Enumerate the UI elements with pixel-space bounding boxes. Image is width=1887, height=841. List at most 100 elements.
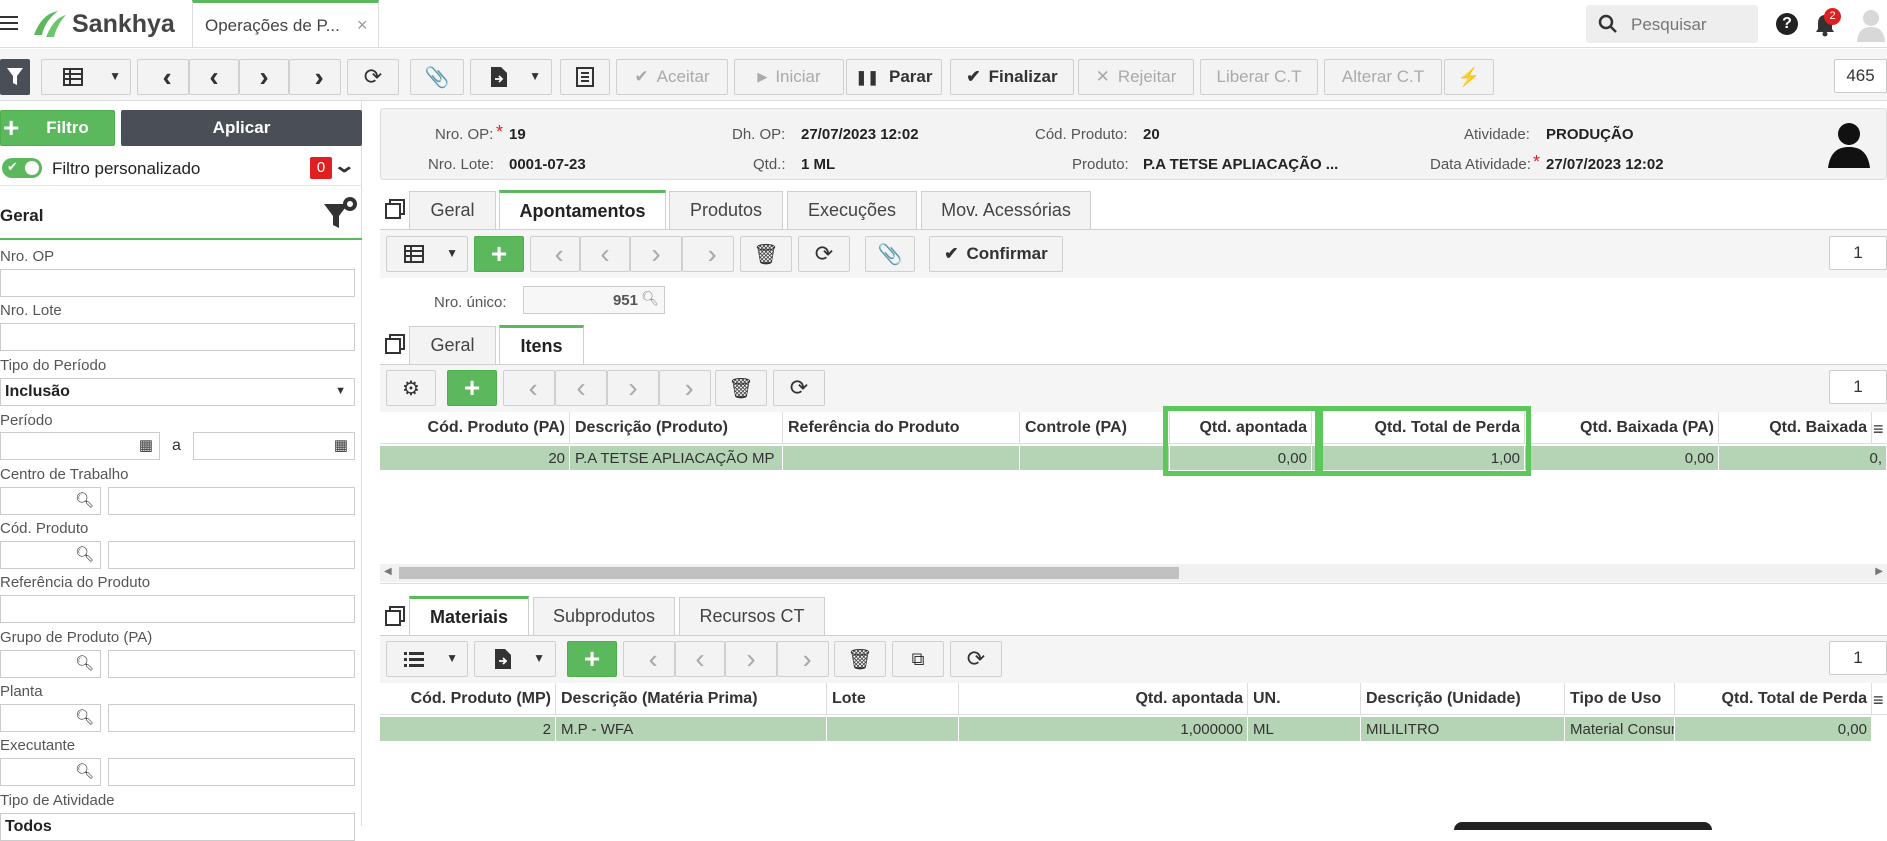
tab-recursos-ct[interactable]: Recursos CT [679, 597, 825, 635]
confirmar-button[interactable]: ✔ Confirmar [929, 236, 1063, 272]
tab-operacoes[interactable]: Operações de P... × [192, 0, 379, 48]
subtab-itens[interactable]: Itens [499, 325, 584, 365]
export-button[interactable]: ▼ [474, 641, 556, 677]
next-item-button[interactable]: › [607, 370, 659, 406]
search-icon[interactable]: 🔍︎ [641, 290, 659, 307]
aplicar-button[interactable]: Aplicar [121, 110, 362, 146]
col-qtd-total-perda[interactable]: Qtd. Total de Perda [1675, 683, 1872, 715]
calendar-icon[interactable]: ▦ [334, 436, 348, 454]
report-button[interactable] [560, 59, 610, 95]
cod-produto-desc-input[interactable] [108, 541, 355, 569]
first-material-button[interactable]: ‹‹ [623, 641, 675, 677]
col-qtd-baixada[interactable]: Qtd. Baixada [1719, 412, 1872, 444]
tab-geral[interactable]: Geral [409, 191, 496, 229]
first-record-button[interactable]: ‹‹ [137, 59, 189, 95]
last-record-button[interactable]: ›› [289, 59, 341, 95]
finalizar-button[interactable]: ✔ Finalizar [950, 59, 1074, 95]
delete-material-button[interactable]: 🗑︎ [834, 641, 886, 677]
last-material-button[interactable]: ›› [777, 641, 829, 677]
search-icon[interactable]: 🔍︎ [75, 491, 94, 509]
col-tipo-uso[interactable]: Tipo de Uso [1565, 683, 1675, 715]
next-record-button[interactable]: › [239, 59, 289, 95]
last-record-button[interactable]: ›› [682, 236, 734, 272]
first-item-button[interactable]: ‹‹ [503, 370, 555, 406]
copy-icon[interactable] [385, 610, 401, 626]
add-filter-button[interactable]: + Filtro [0, 110, 115, 146]
close-icon[interactable]: × [357, 15, 368, 36]
delete-item-button[interactable]: 🗑︎ [715, 370, 767, 406]
user-avatar-icon[interactable] [1856, 8, 1886, 42]
tab-execucoes[interactable]: Execuções [787, 191, 917, 229]
duplicate-button[interactable]: ⧉ [892, 641, 944, 677]
filter-toggle-button[interactable] [0, 59, 30, 95]
prev-record-button[interactable]: ‹ [580, 236, 630, 272]
periodo-start-input[interactable]: ▦ [0, 432, 160, 460]
subtab-geral[interactable]: Geral [409, 326, 496, 364]
planta-desc-input[interactable] [108, 704, 355, 732]
attach-button[interactable]: 📎 [410, 59, 464, 95]
nro-unico-input[interactable]: 951 🔍︎ [523, 286, 665, 314]
geral-section-header[interactable]: Geral [0, 196, 362, 240]
help-icon[interactable]: ? [1776, 13, 1798, 35]
prev-record-button[interactable]: ‹ [189, 59, 239, 95]
last-item-button[interactable]: ›› [659, 370, 711, 406]
search-icon[interactable]: 🔍︎ [75, 545, 94, 563]
prev-item-button[interactable]: ‹ [555, 370, 607, 406]
search-input[interactable]: Pesquisar [1586, 5, 1758, 43]
search-icon[interactable]: 🔍︎ [75, 654, 94, 672]
prev-material-button[interactable]: ‹ [675, 641, 725, 677]
col-qtd-apontada[interactable]: Qtd. apontada [959, 683, 1248, 715]
refresh-materials-button[interactable]: ⟳ [950, 641, 1002, 677]
col-descricao-unidade[interactable]: Descrição (Unidade) [1361, 683, 1565, 715]
copy-icon[interactable] [385, 338, 401, 354]
col-cod-produto-pa[interactable]: Cód. Produto (PA) [380, 412, 570, 444]
centro-trabalho-code-input[interactable]: 🔍︎ [0, 487, 101, 515]
first-record-button[interactable]: ‹‹ [530, 236, 580, 272]
next-record-button[interactable]: › [630, 236, 682, 272]
copy-icon[interactable] [385, 203, 401, 219]
actions-button[interactable]: ⚡ [1444, 59, 1494, 95]
col-descricao-materia-prima[interactable]: Descrição (Matéria Prima) [556, 683, 827, 715]
grupo-produto-code-input[interactable]: 🔍︎ [0, 650, 101, 678]
liberar-ct-button[interactable]: Liberar C.T [1200, 59, 1318, 95]
tipo-atividade-select[interactable]: Todos [0, 813, 355, 841]
refresh-button[interactable]: ⟳ [347, 59, 399, 95]
tab-mov-acessorias[interactable]: Mov. Acessórias [921, 191, 1091, 229]
add-item-button[interactable]: + [447, 370, 497, 406]
refresh-items-button[interactable]: ⟳ [773, 370, 825, 406]
delete-button[interactable]: 🗑︎ [740, 236, 792, 272]
grid-view-button[interactable]: ▼ [41, 59, 131, 95]
cod-produto-code-input[interactable]: 🔍︎ [0, 541, 101, 569]
attach-button[interactable]: 📎 [865, 236, 915, 272]
ref-produto-input[interactable] [0, 595, 355, 623]
planta-code-input[interactable]: 🔍︎ [0, 704, 101, 732]
col-descricao-produto[interactable]: Descrição (Produto) [570, 412, 783, 444]
scroll-left-icon[interactable]: ◀ [384, 566, 392, 577]
col-controle-pa[interactable]: Controle (PA) [1020, 412, 1170, 444]
aceitar-button[interactable]: ✔ Aceitar [616, 59, 728, 95]
filter-settings-icon[interactable] [322, 196, 360, 230]
calendar-icon[interactable]: ▦ [139, 436, 153, 454]
executante-code-input[interactable]: 🔍︎ [0, 758, 101, 786]
nro-lote-input[interactable] [0, 323, 355, 351]
list-view-button[interactable]: ▼ [386, 641, 468, 677]
tab-materiais[interactable]: Materiais [409, 596, 529, 636]
tab-produtos[interactable]: Produtos [669, 191, 783, 229]
periodo-end-input[interactable]: ▦ [193, 432, 355, 460]
col-un[interactable]: UN. [1248, 683, 1361, 715]
nro-op-input[interactable] [0, 269, 355, 297]
menu-icon[interactable] [0, 12, 18, 34]
col-cod-produto-mp[interactable]: Cód. Produto (MP) [380, 683, 556, 715]
tab-apontamentos[interactable]: Apontamentos [499, 190, 666, 230]
rejeitar-button[interactable]: ✕ Rejeitar [1078, 59, 1194, 95]
tab-subprodutos[interactable]: Subprodutos [533, 597, 675, 635]
iniciar-button[interactable]: ▶ Iniciar [734, 59, 844, 95]
column-menu-icon[interactable]: ≡ [1873, 419, 1887, 440]
chevron-down-icon[interactable]: ⌄ [333, 153, 356, 178]
parar-button[interactable]: ❚❚ Parar [846, 59, 942, 95]
scroll-right-icon[interactable]: ▶ [1875, 566, 1883, 577]
horizontal-scrollbar[interactable]: ◀ ▶ [380, 564, 1887, 582]
grupo-produto-desc-input[interactable] [108, 650, 355, 678]
executante-desc-input[interactable] [108, 758, 355, 786]
col-lote[interactable]: Lote [827, 683, 959, 715]
